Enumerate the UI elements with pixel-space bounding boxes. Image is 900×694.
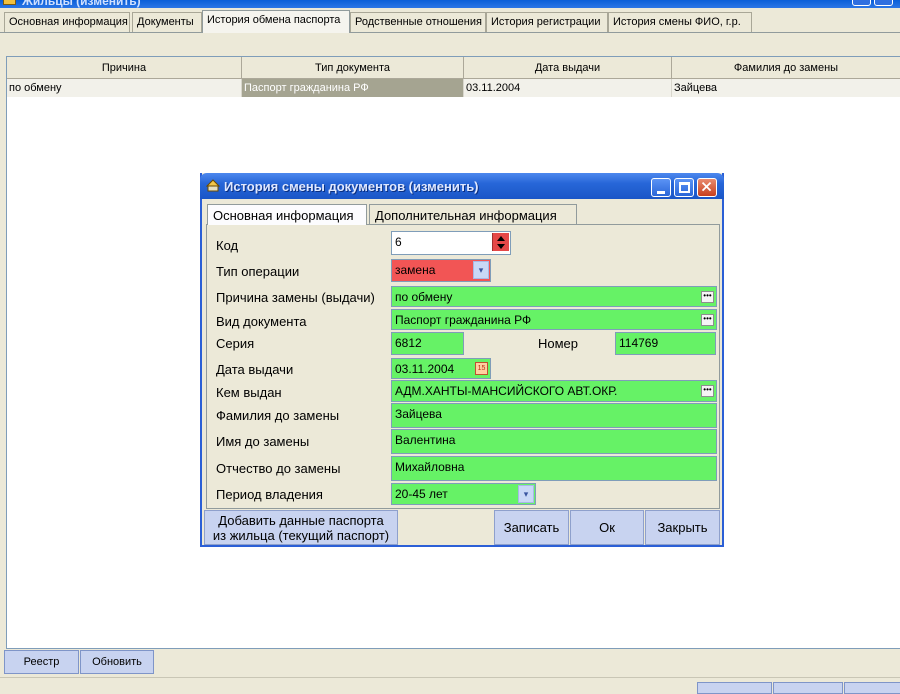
- add-passport-line1: Добавить данные паспорта: [218, 512, 384, 528]
- maximize-icon[interactable]: [874, 0, 893, 6]
- ownership-period-select[interactable]: 20-45 лет ▾: [391, 483, 536, 505]
- number-label: Номер: [538, 336, 579, 351]
- ellipsis-icon[interactable]: •••: [701, 385, 714, 397]
- number-value: 114769: [619, 336, 659, 350]
- table-cell-doc-type[interactable]: Паспорт гражданина РФ: [242, 79, 464, 97]
- doc-type-value: Паспорт гражданина РФ: [395, 313, 532, 327]
- series-label: Серия: [216, 336, 255, 351]
- registry-button[interactable]: Реестр: [4, 650, 79, 674]
- main-window-title: Жильцы (изменить): [22, 0, 141, 8]
- reason-label: Причина замены (выдачи): [216, 290, 375, 305]
- bottom-right-button-3[interactable]: [844, 682, 900, 694]
- ownership-period-value: 20-45 лет: [395, 487, 448, 501]
- code-field[interactable]: 6: [391, 231, 511, 255]
- issued-by-label: Кем выдан: [216, 385, 282, 400]
- number-field[interactable]: 114769: [615, 332, 716, 355]
- table-cell-issue-date[interactable]: 03.11.2004: [464, 79, 672, 97]
- save-button[interactable]: Записать: [494, 510, 569, 545]
- issue-date-value: 03.11.2004: [395, 362, 455, 376]
- reason-field[interactable]: по обмену •••: [391, 286, 717, 307]
- series-field[interactable]: 6812: [391, 332, 464, 355]
- add-passport-data-button[interactable]: Добавить данные паспорта из жильца (теку…: [204, 510, 398, 545]
- close-button[interactable]: Закрыть: [645, 510, 720, 545]
- app-icon: [3, 0, 16, 5]
- operation-type-value: замена: [395, 263, 436, 277]
- patronymic-field[interactable]: Михайловна: [391, 456, 717, 481]
- tab-registration-history[interactable]: История регистрации: [486, 12, 608, 33]
- code-value: 6: [395, 235, 402, 249]
- ok-button[interactable]: Ок: [570, 510, 644, 545]
- table-cell-reason[interactable]: по обмену: [7, 79, 242, 97]
- dialog-app-icon: [206, 179, 220, 192]
- dialog-title: История смены документов (изменить): [224, 179, 479, 194]
- doc-type-label: Вид документа: [216, 314, 307, 329]
- spin-up-icon: [497, 236, 505, 241]
- first-name-label: Имя до замены: [216, 434, 310, 449]
- patronymic-value: Михайловна: [395, 460, 465, 474]
- dialog-tab-main-info[interactable]: Основная информация: [207, 204, 367, 225]
- tab-documents[interactable]: Документы: [132, 12, 202, 33]
- ellipsis-icon[interactable]: •••: [701, 314, 714, 326]
- last-name-value: Зайцева: [395, 407, 442, 421]
- dialog-tab-additional-info[interactable]: Дополнительная информация: [369, 204, 577, 225]
- tab-passport-history[interactable]: История обмена паспорта: [202, 10, 350, 33]
- series-value: 6812: [395, 336, 422, 350]
- ellipsis-icon[interactable]: •••: [701, 291, 714, 303]
- column-header-issue-date[interactable]: Дата выдачи: [464, 57, 672, 79]
- tab-name-change-history[interactable]: История смены ФИО, г.р.: [608, 12, 752, 33]
- add-passport-line2: из жильца (текущий паспорт): [212, 527, 390, 543]
- dialog-main-panel: Код 6 Тип операции замена ▾ Причина заме…: [206, 224, 720, 509]
- code-label: Код: [216, 238, 239, 253]
- tab-main-info[interactable]: Основная информация: [4, 12, 130, 33]
- column-header-reason[interactable]: Причина: [7, 57, 242, 79]
- patronymic-label: Отчество до замены: [216, 461, 341, 476]
- first-name-value: Валентина: [395, 433, 456, 447]
- maximize-icon[interactable]: [674, 178, 694, 197]
- bottom-right-button-1[interactable]: [697, 682, 772, 694]
- tab-relations[interactable]: Родственные отношения: [350, 12, 486, 33]
- doc-type-field[interactable]: Паспорт гражданина РФ •••: [391, 309, 717, 330]
- minimize-icon[interactable]: [651, 178, 671, 197]
- bottom-right-button-2[interactable]: [773, 682, 843, 694]
- minimize-icon[interactable]: [852, 0, 871, 6]
- refresh-button[interactable]: Обновить: [80, 650, 154, 674]
- column-header-doc-type[interactable]: Тип документа: [242, 57, 464, 79]
- issue-date-field[interactable]: 03.11.2004 15: [391, 358, 491, 379]
- first-name-field[interactable]: Валентина: [391, 429, 717, 454]
- tab-strip-divider: [0, 32, 900, 33]
- spin-down-icon: [497, 244, 505, 249]
- last-name-label: Фамилия до замены: [216, 408, 340, 423]
- last-name-field[interactable]: Зайцева: [391, 403, 717, 428]
- ownership-period-label: Период владения: [216, 487, 323, 502]
- operation-type-label: Тип операции: [216, 264, 300, 279]
- issue-date-label: Дата выдачи: [216, 362, 294, 377]
- main-window-titlebar[interactable]: Жильцы (изменить): [0, 0, 900, 8]
- operation-type-select[interactable]: замена ▾: [391, 259, 491, 282]
- code-spinner[interactable]: [492, 233, 509, 251]
- column-header-last-name[interactable]: Фамилия до замены: [672, 57, 900, 79]
- close-icon[interactable]: [697, 178, 717, 197]
- calendar-icon[interactable]: 15: [475, 362, 488, 375]
- chevron-down-icon[interactable]: ▾: [473, 261, 489, 279]
- reason-value: по обмену: [395, 290, 453, 304]
- issued-by-value: АДМ.ХАНТЫ-МАНСИЙСКОГО АВТ.ОКР.: [395, 384, 618, 398]
- table-cell-last-name[interactable]: Зайцева: [672, 79, 900, 97]
- issued-by-field[interactable]: АДМ.ХАНТЫ-МАНСИЙСКОГО АВТ.ОКР. •••: [391, 380, 717, 402]
- chevron-down-icon[interactable]: ▾: [518, 485, 534, 503]
- document-history-dialog: История смены документов (изменить) Осно…: [200, 173, 724, 547]
- dialog-titlebar[interactable]: История смены документов (изменить): [200, 173, 724, 199]
